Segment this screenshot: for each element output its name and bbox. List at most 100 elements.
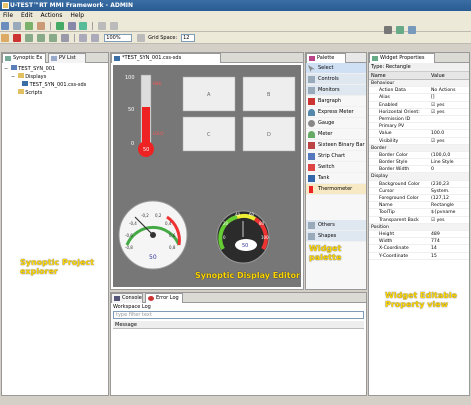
property-value[interactable]: 0 [431, 166, 456, 173]
palette-item-switch[interactable]: Switch [306, 162, 366, 173]
palette-item-strip-chart[interactable]: Strip Chart [306, 151, 366, 162]
menu-actions[interactable]: Actions [41, 12, 63, 19]
property-row[interactable]: Y-Coordinate 15 [369, 253, 469, 260]
property-row[interactable]: Value 100.0 [369, 130, 469, 138]
property-value[interactable]: (127,12 [431, 195, 456, 202]
tab-console[interactable]: Console [111, 293, 143, 303]
property-row[interactable]: Height 489 [369, 231, 469, 239]
menu-help[interactable]: Help [70, 12, 84, 19]
editor-canvas[interactable]: 100 50 0 HIHI LOLO 50 A B C D 0,2 0,4 0,… [113, 65, 301, 287]
palette-drawer-shapes[interactable]: Shapes [306, 231, 366, 242]
tab-editor-file[interactable]: *TEST_SYN_001.css-sds [111, 53, 221, 63]
property-value[interactable]: ☑ yes [431, 102, 456, 109]
tab-pv-list[interactable]: PV List [48, 53, 86, 63]
property-row[interactable]: Action Data No Actions [369, 87, 469, 95]
gauge-widget[interactable]: 40 60 80 20 100 0 50 [216, 210, 270, 264]
property-value[interactable]: (230,23 [431, 181, 456, 188]
property-value[interactable]: ☑ yes [431, 109, 456, 116]
forward-icon[interactable] [110, 22, 119, 30]
property-value[interactable]: Rectangle [431, 202, 456, 209]
play-icon[interactable] [79, 22, 88, 30]
property-value[interactable]: System. [431, 188, 456, 195]
tab-synoptic-explorer[interactable]: Synoptic Ex [2, 53, 46, 63]
property-value[interactable]: (100,0,0 [431, 152, 456, 159]
menu-file[interactable]: File [3, 12, 13, 19]
tree-item-project[interactable]: − TEST_SYN_001 [4, 65, 108, 73]
palette-drawer-others[interactable]: Others [306, 220, 366, 231]
property-row[interactable]: Visibility ☑ yes [369, 138, 469, 145]
palette-item-sixteen-binary-bar[interactable]: Sixteen Binary Bar [306, 140, 366, 151]
palette-drawer-controls[interactable]: Controls [306, 74, 366, 85]
property-value[interactable]: 100.0 [431, 130, 456, 137]
save-icon[interactable] [24, 22, 33, 30]
align-right-icon[interactable] [48, 34, 57, 42]
property-row[interactable]: Border Width 0 [369, 166, 469, 174]
property-value[interactable]: 15 [431, 253, 456, 260]
tree-item-display-file[interactable]: TEST_SYN_001.css-sds [4, 81, 108, 89]
property-value[interactable]: [] [431, 94, 456, 101]
grid-icon[interactable] [137, 34, 146, 42]
tab-error-log[interactable]: Error Log [145, 293, 183, 303]
property-value[interactable]: 774 [431, 238, 456, 245]
perspective-icon[interactable] [407, 26, 416, 34]
palette-item-thermometer[interactable]: Thermometer [306, 184, 366, 195]
tree-item-displays[interactable]: − Displays [4, 73, 108, 81]
property-value[interactable]: Line Style [431, 159, 456, 166]
property-row[interactable]: Primary PV [369, 123, 469, 131]
property-row[interactable]: Border Style Line Style [369, 159, 469, 167]
property-category[interactable]: Display [369, 173, 469, 181]
new-icon[interactable] [1, 22, 9, 30]
property-row[interactable]: Background Color (230,23 [369, 181, 469, 188]
property-value[interactable]: 14 [431, 245, 456, 252]
print-icon[interactable] [36, 22, 45, 30]
property-row[interactable]: Name Rectangle [369, 202, 469, 210]
log-filter-input[interactable]: type filter text [113, 311, 364, 319]
property-value[interactable]: ☑ yes [431, 138, 456, 145]
property-row[interactable]: Permission ID [369, 116, 469, 124]
delete-icon[interactable] [12, 34, 21, 42]
zoom-in-icon[interactable] [79, 34, 88, 42]
property-row[interactable]: Width 774 [369, 238, 469, 246]
debug-icon[interactable] [67, 22, 76, 30]
collapse-icon[interactable]: − [11, 73, 16, 81]
align-left-icon[interactable] [24, 34, 33, 42]
palette-item-meter[interactable]: Meter [306, 129, 366, 140]
palette-item-bargraph[interactable]: Bargraph [306, 96, 366, 107]
grid-space-input[interactable]: 12 [181, 34, 196, 42]
open-icon[interactable] [12, 22, 21, 30]
property-row[interactable]: Foreground Color (127,12 [369, 195, 469, 203]
thermometer-widget[interactable]: 100 50 0 HIHI LOLO 50 [125, 74, 163, 157]
property-row[interactable]: ToolTip ${pvname} [369, 209, 469, 217]
palette-item-tank[interactable]: Tank [306, 173, 366, 184]
zoom-combo[interactable]: 100% [104, 34, 133, 42]
palette-drawer-monitors[interactable]: Monitors [306, 85, 366, 96]
perspective-icon[interactable] [395, 26, 404, 34]
tab-widget-properties[interactable]: Widget Properties [369, 53, 435, 63]
property-value[interactable]: ${pvname} [431, 209, 456, 216]
palette-select-tool[interactable]: Select [306, 63, 366, 74]
property-value[interactable]: No Actions [431, 87, 456, 94]
cut-icon[interactable] [1, 34, 9, 42]
perspective-icon[interactable] [384, 26, 392, 34]
collapse-icon[interactable]: − [4, 65, 9, 73]
palette-item-express-meter[interactable]: Express Meter [306, 107, 366, 118]
property-category[interactable]: Position [369, 223, 469, 231]
property-row[interactable]: Horizontal Orient: ☑ yes [369, 109, 469, 116]
property-row[interactable]: Alias [] [369, 94, 469, 102]
property-row[interactable]: Cursor System. [369, 188, 469, 195]
meter-widget[interactable]: 0,2 0,4 0,6 0,8 -0,2 -0,4 -0,6 -0,8 50 [118, 200, 188, 270]
tree-item-scripts[interactable]: Scripts [4, 89, 108, 97]
menu-edit[interactable]: Edit [21, 12, 33, 19]
property-row[interactable]: X-Coordinate 14 [369, 245, 469, 253]
property-row[interactable]: Enabled ☑ yes [369, 102, 469, 109]
property-category[interactable]: Behaviour [369, 80, 469, 88]
run-icon[interactable] [55, 22, 64, 30]
property-value[interactable]: 489 [431, 231, 456, 238]
zoom-out-icon[interactable] [91, 34, 100, 42]
property-row[interactable]: Border Color (100,0,0 [369, 152, 469, 160]
palette-item-gauge[interactable]: Gauge [306, 118, 366, 129]
align-center-icon[interactable] [36, 34, 45, 42]
distribute-icon[interactable] [60, 34, 69, 42]
property-row[interactable]: Transparent Back ☑ yes [369, 217, 469, 224]
property-category[interactable]: Border [369, 144, 469, 152]
